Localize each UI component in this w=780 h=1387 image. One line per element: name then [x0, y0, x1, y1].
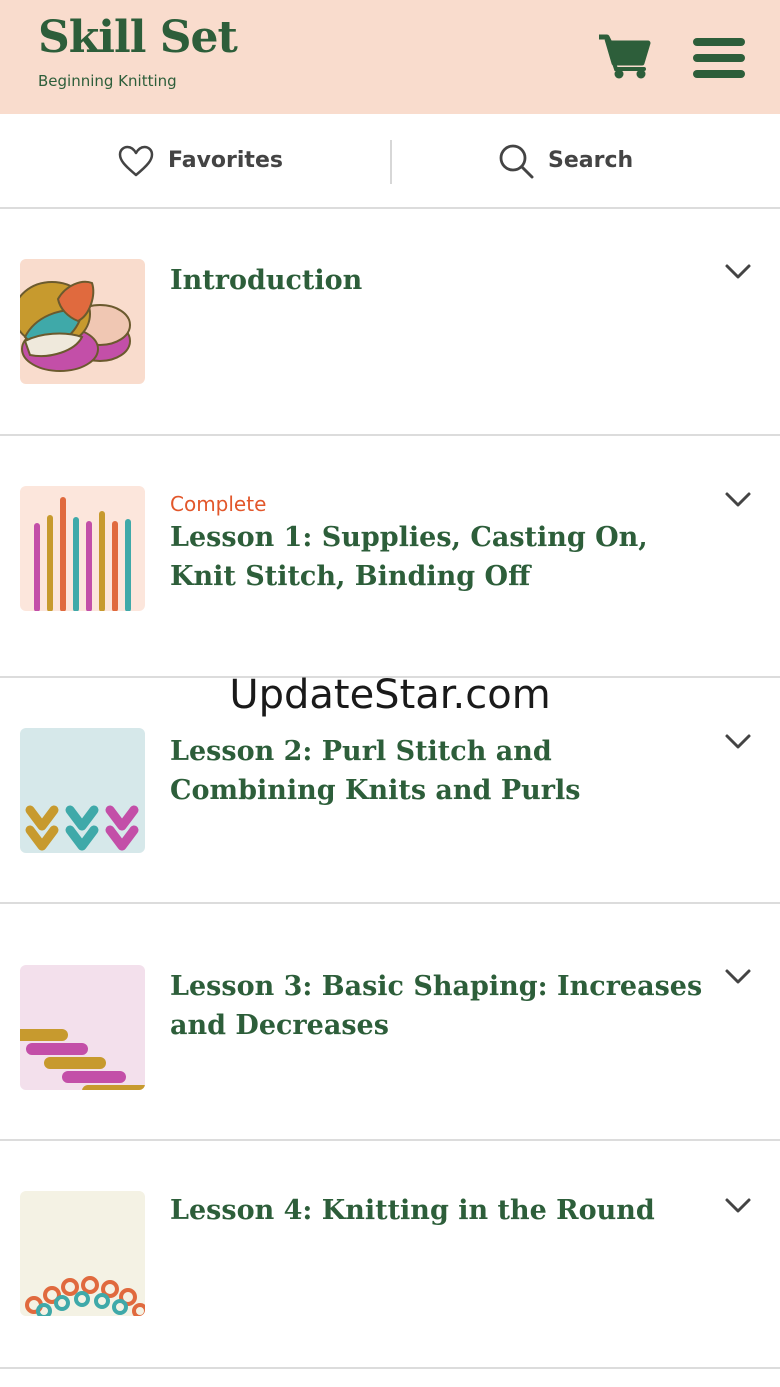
chevron-down-icon[interactable]: [724, 262, 752, 282]
toolbar: Favorites Search: [0, 114, 780, 209]
chevron-down-icon[interactable]: [724, 732, 752, 752]
toolbar-divider: [390, 140, 392, 184]
heart-icon: [118, 145, 154, 176]
lesson-row-3[interactable]: Lesson 3: Basic Shaping: Increases and D…: [0, 904, 780, 1141]
favorites-button[interactable]: Favorites: [118, 114, 283, 207]
shaping-thumbnail: [20, 965, 145, 1090]
lesson-list: Introduction Complete Lesson 1: Supplies…: [0, 209, 780, 1369]
stitches-thumbnail: [20, 728, 145, 853]
chevron-down-icon[interactable]: [724, 490, 752, 510]
lesson-row-introduction[interactable]: Introduction: [0, 209, 780, 436]
lesson-row-1[interactable]: Complete Lesson 1: Supplies, Casting On,…: [0, 436, 780, 678]
lesson-title: Lesson 2: Purl Stitch and Combining Knit…: [170, 736, 581, 806]
app-header: Skill Set Beginning Knitting: [0, 0, 780, 114]
app-subtitle: Beginning Knitting: [38, 72, 177, 90]
search-label: Search: [548, 148, 634, 173]
lesson-status-badge: Complete: [170, 492, 267, 516]
lesson-row-2[interactable]: Lesson 2: Purl Stitch and Combining Knit…: [0, 678, 780, 904]
search-button[interactable]: Search: [498, 114, 633, 207]
favorites-label: Favorites: [168, 148, 283, 173]
lesson-title: Introduction: [170, 265, 363, 296]
yarn-thumbnail: [20, 259, 145, 384]
knitting-needles-thumbnail: [20, 486, 145, 611]
cart-icon[interactable]: [598, 33, 652, 79]
knitting-round-thumbnail: [20, 1191, 145, 1316]
chevron-down-icon[interactable]: [724, 1196, 752, 1216]
hamburger-menu-icon[interactable]: [693, 38, 745, 78]
app-title[interactable]: Skill Set: [38, 13, 238, 62]
lesson-title: Lesson 4: Knitting in the Round: [170, 1195, 655, 1226]
lesson-title: Lesson 1: Supplies, Casting On, Knit Sti…: [170, 522, 648, 592]
lesson-row-4[interactable]: Lesson 4: Knitting in the Round: [0, 1141, 780, 1369]
lesson-title: Lesson 3: Basic Shaping: Increases and D…: [170, 971, 703, 1041]
chevron-down-icon[interactable]: [724, 967, 752, 987]
search-icon: [499, 144, 534, 178]
